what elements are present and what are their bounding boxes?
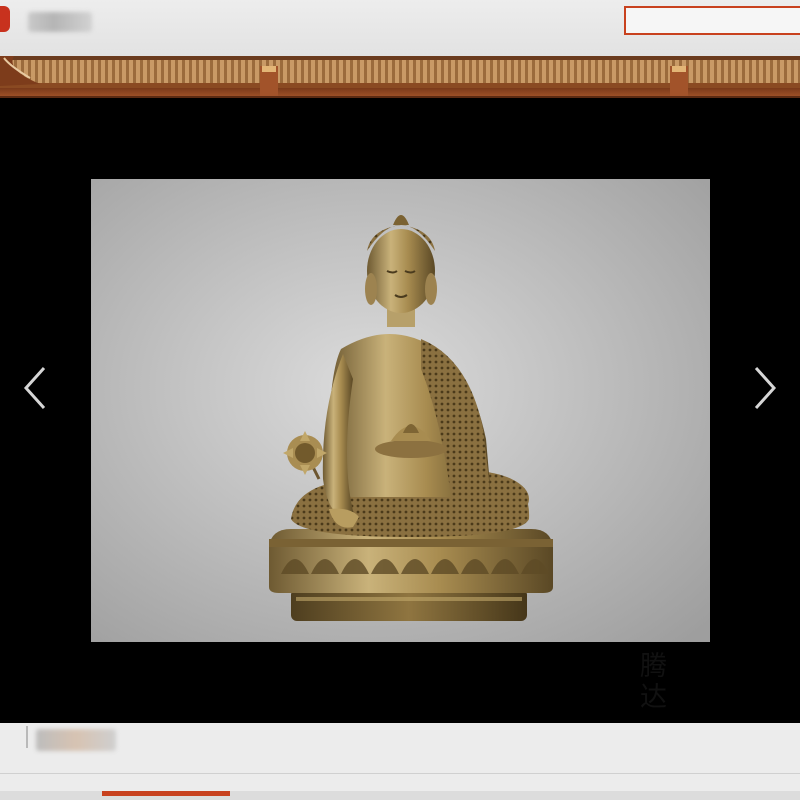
site-header — [0, 0, 800, 98]
search-input[interactable] — [624, 6, 800, 35]
product-photo — [91, 179, 710, 642]
roof-banner — [0, 56, 800, 98]
page-footer-area — [0, 723, 800, 800]
site-logo[interactable] — [0, 6, 10, 32]
previous-image-button[interactable] — [16, 358, 56, 418]
thumbnail-blurred[interactable] — [36, 729, 116, 751]
site-title-blurred — [28, 12, 92, 32]
divider — [0, 773, 800, 774]
image-lightbox: 腾达 — [0, 98, 800, 723]
chevron-left-icon — [23, 366, 46, 410]
watermark-text: 腾达 — [635, 651, 666, 713]
next-image-button[interactable] — [744, 358, 784, 418]
chevron-right-icon — [754, 366, 777, 410]
divider — [26, 726, 28, 748]
active-tab-indicator[interactable] — [102, 791, 230, 796]
